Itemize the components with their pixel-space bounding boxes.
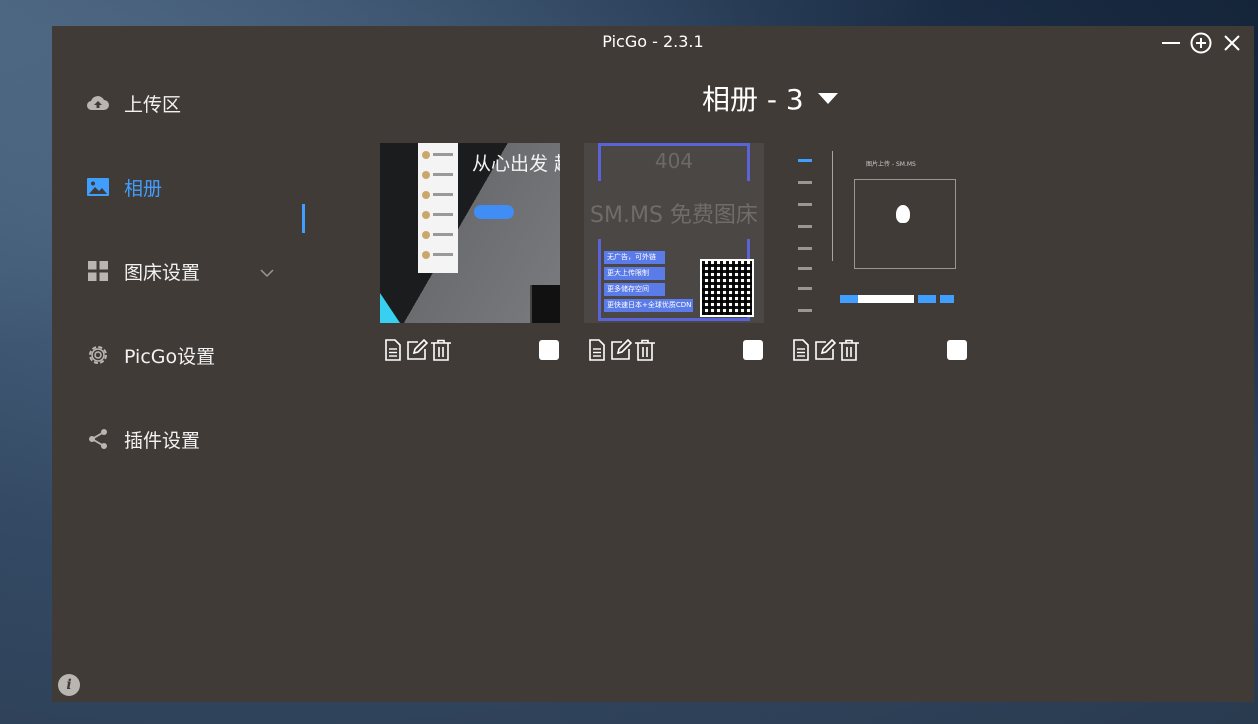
edit-icon[interactable] (610, 339, 632, 361)
card-actions (788, 337, 968, 363)
select-checkbox[interactable] (947, 340, 967, 360)
gallery-title-dropdown[interactable]: 相册 - 3 (702, 78, 838, 118)
copy-link-icon[interactable] (586, 339, 608, 361)
image-thumbnail[interactable]: 图片上传 - SM.MS (788, 143, 968, 323)
thumbnail-tag: 更快速日本+全球优质CDN (604, 299, 693, 312)
sidebar-item-picbed-settings[interactable]: 图床设置 (86, 251, 316, 291)
select-checkbox[interactable] (539, 340, 559, 360)
sidebar-item-label: 相册 (124, 177, 163, 200)
sidebar: 上传区 相册 图床设置 PicGo设置 插件设置 (52, 60, 322, 700)
card-actions (380, 337, 560, 363)
gallery-title: 相册 - 3 (702, 83, 804, 116)
sidebar-item-label: PicGo设置 (124, 345, 216, 368)
title-bar: PicGo - 2.3.1 (52, 26, 1254, 60)
gallery-card: 图片上传 - SM.MS (788, 143, 968, 361)
image-thumbnail[interactable]: 404 SM.MS 免费图床 无广告，可外链 更大上传限制 更多储存空间 更快速… (584, 143, 764, 323)
qr-code (700, 259, 754, 317)
delete-icon[interactable] (634, 339, 656, 361)
sidebar-item-label: 图床设置 (124, 261, 201, 284)
image-thumbnail[interactable]: 从心出发 趣无止境 (380, 143, 560, 323)
sidebar-item-gallery[interactable]: 相册 (86, 167, 316, 207)
chevron-down-icon (260, 263, 274, 282)
edit-icon[interactable] (406, 339, 428, 361)
image-icon (86, 175, 110, 199)
edit-icon[interactable] (814, 339, 836, 361)
maximize-button[interactable] (1189, 31, 1213, 55)
minimize-icon (1162, 42, 1180, 44)
delete-icon[interactable] (430, 339, 452, 361)
grid-icon (86, 259, 110, 283)
picgo-window: PicGo - 2.3.1 上传区 相册 图床设置 PicGo设置 插件设置 相… (52, 26, 1254, 702)
copy-link-icon[interactable] (382, 339, 404, 361)
select-checkbox[interactable] (743, 340, 763, 360)
thumbnail-tag: 更大上传限制 (604, 267, 665, 280)
thumbnail-text: 从心出发 趣无止境 (472, 153, 560, 175)
thumbnail-text: SM.MS 免费图床 (590, 203, 758, 228)
card-actions (584, 337, 764, 363)
active-indicator (302, 204, 305, 233)
info-icon[interactable]: i (58, 674, 80, 696)
sidebar-item-plugin-settings[interactable]: 插件设置 (86, 419, 316, 459)
minimize-button[interactable] (1159, 31, 1183, 55)
window-title: PicGo - 2.3.1 (602, 32, 704, 51)
gallery-card: 404 SM.MS 免费图床 无广告，可外链 更大上传限制 更多储存空间 更快速… (584, 143, 764, 361)
close-icon (1224, 35, 1240, 51)
sidebar-item-picgo-settings[interactable]: PicGo设置 (86, 335, 316, 375)
thumbnail-text: 图片上传 - SM.MS (866, 161, 916, 168)
sidebar-item-label: 插件设置 (124, 429, 201, 452)
cloud-upload-icon (86, 91, 110, 115)
gear-icon (86, 343, 110, 367)
plus-circle-icon (1190, 32, 1212, 54)
thumbnail-404: 404 (654, 149, 694, 173)
share-icon (86, 427, 110, 451)
thumbnail-tag: 更多储存空间 (604, 283, 665, 296)
delete-icon[interactable] (838, 339, 860, 361)
gallery-card: 从心出发 趣无止境 (380, 143, 560, 361)
close-button[interactable] (1220, 31, 1244, 55)
copy-link-icon[interactable] (790, 339, 812, 361)
sidebar-item-upload[interactable]: 上传区 (86, 83, 316, 123)
sidebar-item-label: 上传区 (124, 93, 182, 116)
caret-down-icon (817, 92, 838, 104)
thumbnail-tag: 无广告，可外链 (604, 251, 665, 264)
